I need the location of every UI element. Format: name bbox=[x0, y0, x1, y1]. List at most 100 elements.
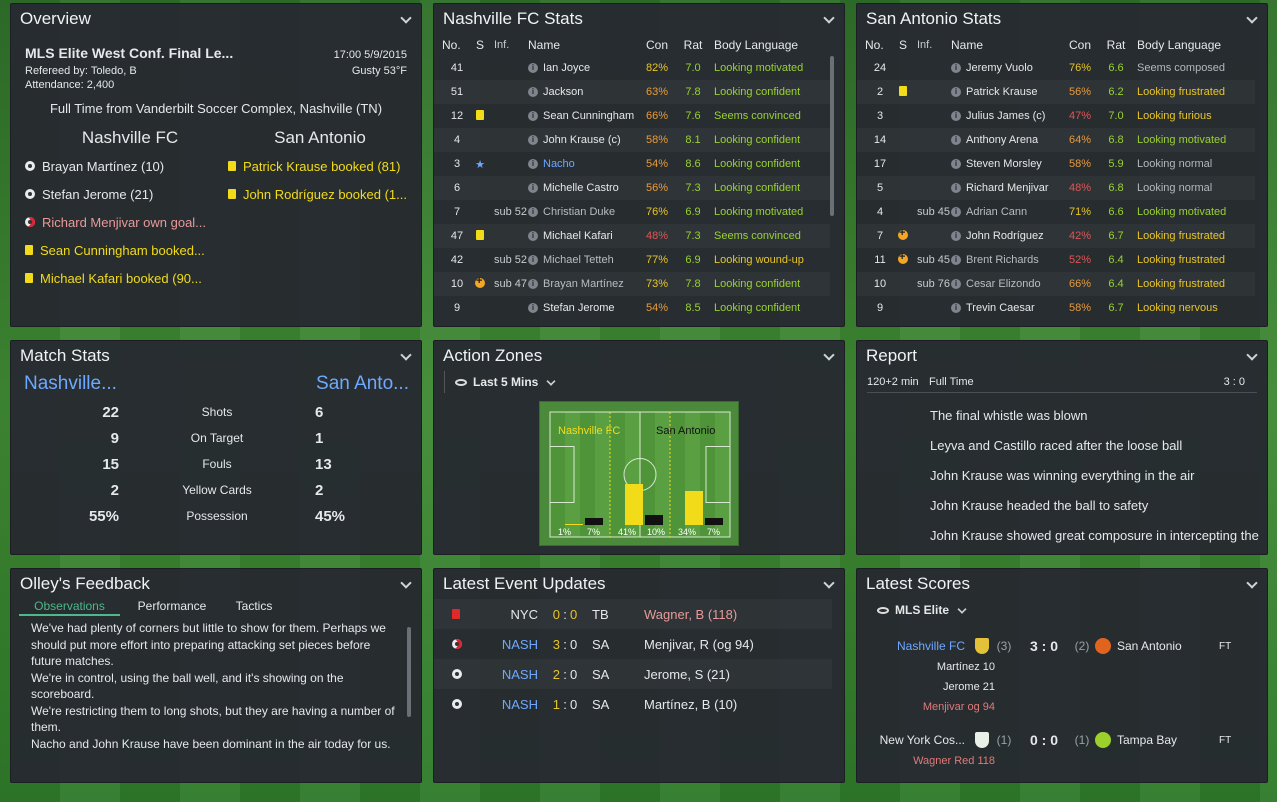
col-con[interactable]: Con bbox=[636, 38, 678, 52]
tab-observations[interactable]: Observations bbox=[19, 599, 120, 616]
event-team[interactable]: NYC bbox=[468, 607, 538, 622]
col-body-language[interactable]: Body Language bbox=[1131, 38, 1267, 52]
col-name[interactable]: Name bbox=[951, 38, 1059, 52]
away-event-row[interactable]: John Rodríguez booked (1... bbox=[220, 180, 407, 208]
player-row[interactable]: 47 i Michael Kafari 48% 7.3 Seems convinced bbox=[434, 224, 830, 248]
chevron-down-icon[interactable] bbox=[399, 349, 413, 363]
home-team[interactable]: Nashville FC bbox=[857, 639, 965, 653]
event-row[interactable]: NYC 0:0 TB Wagner, B (118) bbox=[434, 599, 832, 629]
info-icon[interactable]: i bbox=[951, 111, 961, 121]
col-rat[interactable]: Rat bbox=[1101, 38, 1131, 52]
player-row[interactable]: 5 i Richard Menjivar 48% 6.8 Looking normal bbox=[857, 176, 1255, 200]
player-name-cell[interactable]: i Michael Kafari bbox=[528, 230, 636, 242]
player-name-cell[interactable]: i John Rodríguez bbox=[951, 230, 1059, 242]
league-filter-dropdown[interactable]: MLS Elite bbox=[877, 599, 1267, 621]
col-name[interactable]: Name bbox=[528, 38, 636, 52]
chevron-down-icon[interactable] bbox=[822, 349, 836, 363]
info-icon[interactable]: i bbox=[951, 279, 961, 289]
info-icon[interactable]: i bbox=[528, 111, 538, 121]
info-icon[interactable]: i bbox=[951, 207, 961, 217]
player-name-cell[interactable]: i Christian Duke bbox=[528, 206, 636, 218]
event-opponent[interactable]: SA bbox=[582, 637, 644, 652]
player-row[interactable]: 14 i Anthony Arena 64% 6.8 Looking motivated bbox=[857, 128, 1255, 152]
event-opponent[interactable]: TB bbox=[582, 607, 644, 622]
col-inf[interactable]: Inf. bbox=[911, 39, 951, 51]
away-team-name[interactable]: San Antonio bbox=[235, 128, 405, 148]
player-name-cell[interactable]: i Jackson bbox=[528, 86, 636, 98]
player-name-cell[interactable]: i Ian Joyce bbox=[528, 62, 636, 74]
event-row[interactable]: NASH 3:0 SA Menjivar, R (og 94) bbox=[434, 629, 832, 659]
info-icon[interactable]: i bbox=[528, 183, 538, 193]
player-name-cell[interactable]: i John Krause (c) bbox=[528, 134, 636, 146]
event-opponent[interactable]: SA bbox=[582, 697, 644, 712]
player-name-cell[interactable]: i Michael Tetteh bbox=[528, 254, 636, 266]
chevron-down-icon[interactable] bbox=[399, 577, 413, 591]
home-team-name[interactable]: Nashville FC bbox=[25, 128, 235, 148]
tab-performance[interactable]: Performance bbox=[120, 599, 224, 616]
event-team[interactable]: NASH bbox=[468, 667, 538, 682]
away-event-row[interactable]: Patrick Krause booked (81) bbox=[220, 152, 407, 180]
info-icon[interactable]: i bbox=[951, 255, 961, 265]
col-con[interactable]: Con bbox=[1059, 38, 1101, 52]
info-icon[interactable]: i bbox=[528, 231, 538, 241]
info-icon[interactable]: i bbox=[951, 231, 961, 241]
player-name-cell[interactable]: i Anthony Arena bbox=[951, 134, 1059, 146]
info-icon[interactable]: i bbox=[528, 303, 538, 313]
time-filter-dropdown[interactable]: Last 5 Mins bbox=[444, 371, 574, 393]
home-event-row[interactable]: Michael Kafari booked (90... bbox=[25, 264, 220, 292]
away-team[interactable]: Tampa Bay bbox=[1117, 733, 1219, 747]
player-row[interactable]: 7 i John Rodríguez 42% 6.7 Looking frustrated bbox=[857, 224, 1255, 248]
col-inf[interactable]: Inf. bbox=[488, 39, 528, 51]
away-team-link[interactable]: San Anto... bbox=[316, 373, 409, 395]
player-row[interactable]: 51 i Jackson 63% 7.8 Looking confident bbox=[434, 80, 830, 104]
chevron-down-icon[interactable] bbox=[1245, 12, 1259, 26]
player-name-cell[interactable]: i Nacho bbox=[528, 158, 636, 170]
scrollbar[interactable] bbox=[830, 56, 834, 216]
player-row[interactable]: 10 sub 47i Brayan Martínez 73% 7.8 Looking co… bbox=[434, 272, 830, 296]
player-name-cell[interactable]: i Brent Richards bbox=[951, 254, 1059, 266]
event-opponent[interactable]: SA bbox=[582, 667, 644, 682]
col-no[interactable]: No. bbox=[442, 38, 472, 52]
info-icon[interactable]: i bbox=[528, 135, 538, 145]
player-row[interactable]: 7 sub 52 i Christian Duke 76% 6.9 Looking moti… bbox=[434, 200, 830, 224]
col-no[interactable]: No. bbox=[865, 38, 895, 52]
away-team[interactable]: San Antonio bbox=[1117, 639, 1219, 653]
player-name-cell[interactable]: i Stefan Jerome bbox=[528, 302, 636, 314]
tab-tactics[interactable]: Tactics bbox=[224, 599, 284, 616]
chevron-down-icon[interactable] bbox=[822, 12, 836, 26]
player-row[interactable]: 6 i Michelle Castro 56% 7.3 Looking confident bbox=[434, 176, 830, 200]
player-row[interactable]: 42 sub 52 i Michael Tetteh 77% 6.9 Looking wou… bbox=[434, 248, 830, 272]
info-icon[interactable]: i bbox=[528, 87, 538, 97]
player-row[interactable]: 12 i Sean Cunningham 66% 7.6 Seems convinced bbox=[434, 104, 830, 128]
info-icon[interactable]: i bbox=[951, 183, 961, 193]
home-team[interactable]: New York Cos... bbox=[857, 733, 965, 747]
chevron-down-icon[interactable] bbox=[1245, 577, 1259, 591]
event-row[interactable]: NASH 2:0 SA Jerome, S (21) bbox=[434, 659, 832, 689]
competition-name[interactable]: MLS Elite West Conf. Final Le... bbox=[25, 45, 233, 61]
event-row[interactable]: NASH 1:0 SA Martínez, B (10) bbox=[434, 689, 832, 719]
player-name-cell[interactable]: i Sean Cunningham bbox=[528, 110, 636, 122]
chevron-down-icon[interactable] bbox=[399, 12, 413, 26]
player-name-cell[interactable]: i Patrick Krause bbox=[951, 86, 1059, 98]
player-row[interactable]: 17 i Steven Morsley 58% 5.9 Looking normal bbox=[857, 152, 1255, 176]
player-row[interactable]: 24 i Jeremy Vuolo 76% 6.6 Seems composed bbox=[857, 56, 1255, 80]
home-event-row[interactable]: Sean Cunningham booked... bbox=[25, 236, 220, 264]
player-name-cell[interactable]: i Jeremy Vuolo bbox=[951, 62, 1059, 74]
home-event-row[interactable]: Stefan Jerome (21) bbox=[25, 180, 220, 208]
player-name-cell[interactable]: i Michelle Castro bbox=[528, 182, 636, 194]
chevron-down-icon[interactable] bbox=[1245, 349, 1259, 363]
chevron-down-icon[interactable] bbox=[822, 577, 836, 591]
player-name-cell[interactable]: i Steven Morsley bbox=[951, 158, 1059, 170]
info-icon[interactable]: i bbox=[528, 207, 538, 217]
info-icon[interactable]: i bbox=[951, 135, 961, 145]
player-row[interactable]: 10 sub 76 i Cesar Elizondo 66% 6.4 Looking fru… bbox=[857, 272, 1255, 296]
player-row[interactable]: 3 ★ i Nacho 54% 8.6 Looking confident bbox=[434, 152, 830, 176]
event-team[interactable]: NASH bbox=[468, 637, 538, 652]
scrollbar[interactable] bbox=[407, 627, 411, 717]
col-s[interactable]: S bbox=[472, 38, 488, 52]
info-icon[interactable]: i bbox=[528, 63, 538, 73]
player-row[interactable]: 11 sub 45i Brent Richards 52% 6.4 Looking fru… bbox=[857, 248, 1255, 272]
info-icon[interactable]: i bbox=[951, 159, 961, 169]
event-team[interactable]: NASH bbox=[468, 697, 538, 712]
home-event-row[interactable]: Brayan Martínez (10) bbox=[25, 152, 220, 180]
